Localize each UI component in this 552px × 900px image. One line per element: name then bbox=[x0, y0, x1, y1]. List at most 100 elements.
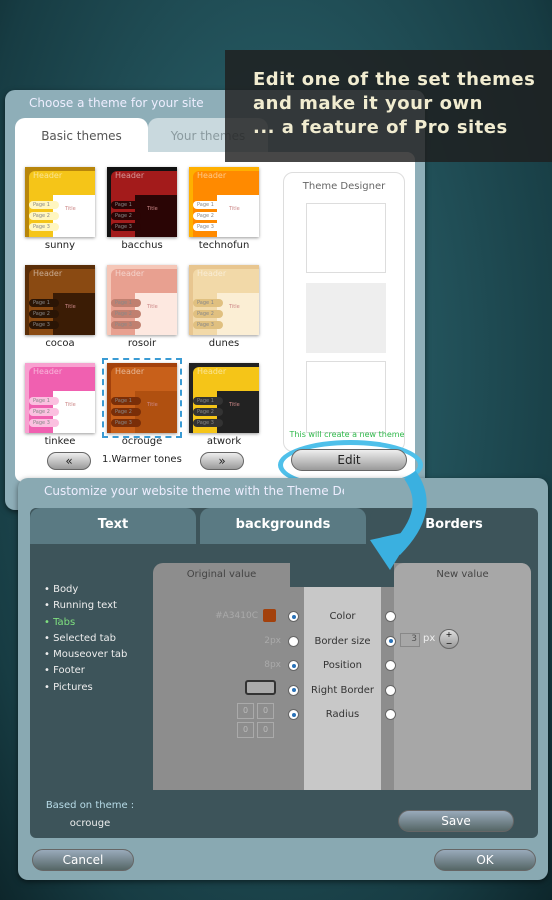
original-radio[interactable] bbox=[288, 660, 299, 671]
increment-decrement-icon[interactable]: + − bbox=[439, 629, 459, 649]
ok-button[interactable]: OK bbox=[434, 849, 536, 871]
thumb-page: Page 2 bbox=[29, 212, 59, 220]
property-label: Radius bbox=[325, 709, 360, 720]
new-radio[interactable] bbox=[385, 635, 396, 647]
element-item[interactable]: Pictures bbox=[44, 682, 127, 698]
theme-thumbnail-technofun[interactable]: Header Title Page 1 Page 2 Page 3 bbox=[189, 167, 259, 237]
thumb-title: Title bbox=[65, 304, 76, 310]
thumb-page: Page 1 bbox=[193, 397, 223, 405]
original-radio[interactable] bbox=[288, 684, 299, 696]
designer-hint: This will create a new theme bbox=[289, 430, 405, 439]
tab-text[interactable]: Text bbox=[30, 508, 196, 544]
new-radio[interactable] bbox=[385, 709, 396, 720]
next-page-button[interactable]: » bbox=[200, 452, 244, 470]
thumb-header: Header bbox=[115, 269, 145, 278]
theme-thumbnail-cocoa[interactable]: Header Title Page 1 Page 2 Page 3 bbox=[25, 265, 95, 335]
caption-line: Edit one of the set themes bbox=[253, 69, 536, 90]
thumb-content: Title bbox=[135, 391, 177, 433]
unit-label: px bbox=[423, 633, 436, 644]
radius-input[interactable]: 0 bbox=[257, 703, 274, 719]
category-label: 1.Warmer tones bbox=[102, 454, 182, 465]
element-item[interactable]: Footer bbox=[44, 665, 127, 681]
radius-input[interactable]: 0 bbox=[237, 703, 254, 719]
theme-name[interactable]: technofun bbox=[184, 240, 264, 251]
thumb-header: Header bbox=[115, 171, 145, 180]
thumb-page: Page 3 bbox=[193, 223, 223, 231]
thumb-page: Page 3 bbox=[193, 419, 223, 427]
theme-thumbnail-atwork[interactable]: Header Title Page 1 Page 2 Page 3 bbox=[189, 363, 259, 433]
original-radio[interactable] bbox=[288, 611, 299, 622]
thumb-page: Page 3 bbox=[29, 419, 59, 427]
theme-name[interactable]: bacchus bbox=[102, 240, 182, 251]
thumb-page: Page 3 bbox=[111, 419, 141, 427]
layout-preview-2[interactable] bbox=[306, 283, 386, 353]
right-border-preview bbox=[245, 680, 276, 695]
thumb-title: Title bbox=[65, 206, 76, 212]
thumb-page: Page 2 bbox=[193, 310, 223, 318]
element-item[interactable]: Tabs bbox=[44, 617, 127, 633]
theme-name[interactable]: tinkee bbox=[20, 436, 100, 447]
cancel-button[interactable]: Cancel bbox=[32, 849, 134, 871]
caption-line: ... a feature of Pro sites bbox=[253, 117, 508, 138]
edit-button[interactable]: Edit bbox=[291, 449, 407, 471]
thumb-page: Page 1 bbox=[29, 299, 59, 307]
radius-input[interactable]: 0 bbox=[257, 722, 274, 738]
original-radio[interactable] bbox=[288, 635, 299, 647]
thumb-content: Title bbox=[135, 293, 177, 335]
thumb-page: Page 2 bbox=[193, 212, 223, 220]
thumb-header: Header bbox=[33, 367, 63, 376]
thumb-content: Title bbox=[135, 195, 177, 237]
property-label: Position bbox=[323, 660, 362, 671]
save-button[interactable]: Save bbox=[398, 810, 514, 832]
based-on-value: ocrouge bbox=[69, 818, 111, 829]
theme-thumbnail-sunny[interactable]: Header Title Page 1 Page 2 Page 3 bbox=[25, 167, 95, 237]
theme-name[interactable]: sunny bbox=[20, 240, 100, 251]
thumb-page: Page 3 bbox=[111, 321, 141, 329]
element-item[interactable]: Running text bbox=[44, 600, 127, 616]
element-item[interactable]: Body bbox=[44, 584, 127, 600]
thumb-page: Page 2 bbox=[193, 408, 223, 416]
new-radio[interactable] bbox=[385, 611, 396, 622]
layout-preview-1[interactable] bbox=[306, 203, 386, 273]
thumb-header: Header bbox=[115, 367, 145, 376]
customizer-body: Text backgrounds Borders BodyRunning tex… bbox=[30, 508, 538, 838]
new-radio[interactable] bbox=[385, 660, 396, 671]
theme-name[interactable]: ocrouge bbox=[102, 436, 182, 447]
element-item[interactable]: Mouseover tab bbox=[44, 649, 127, 665]
theme-thumbnail-tinkee[interactable]: Header Title Page 1 Page 2 Page 3 bbox=[25, 363, 95, 433]
thumb-header: Header bbox=[197, 367, 227, 376]
promo-caption: Edit one of the set themes and make it y… bbox=[225, 50, 552, 162]
thumb-title: Title bbox=[229, 206, 240, 212]
color-swatch bbox=[263, 609, 276, 622]
theme-thumbnail-rosoir[interactable]: Header Title Page 1 Page 2 Page 3 bbox=[107, 265, 177, 335]
thumb-page: Page 2 bbox=[29, 408, 59, 416]
thumb-content: Title bbox=[53, 195, 95, 237]
based-on-label: Based on theme : bbox=[45, 800, 135, 811]
theme-thumbnail-dunes[interactable]: Header Title Page 1 Page 2 Page 3 bbox=[189, 265, 259, 335]
arrow-icon bbox=[370, 470, 427, 570]
tab-basic-themes[interactable]: Basic themes bbox=[15, 118, 148, 154]
thumb-title: Title bbox=[147, 304, 158, 310]
original-radio[interactable] bbox=[288, 709, 299, 720]
property-label: Color bbox=[329, 611, 356, 622]
theme-name[interactable]: atwork bbox=[184, 436, 264, 447]
thumb-page: Page 3 bbox=[111, 223, 141, 231]
thumb-page: Page 2 bbox=[111, 212, 141, 220]
element-item[interactable]: Selected tab bbox=[44, 633, 127, 649]
new-radio[interactable] bbox=[385, 684, 396, 696]
layout-preview-3[interactable] bbox=[306, 361, 386, 433]
prev-page-button[interactable]: « bbox=[47, 452, 91, 470]
radius-input[interactable]: 0 bbox=[237, 722, 254, 738]
thumb-page: Page 2 bbox=[111, 310, 141, 318]
thumb-title: Title bbox=[65, 402, 76, 408]
theme-name[interactable]: cocoa bbox=[20, 338, 100, 349]
border-size-input[interactable]: 3 bbox=[400, 633, 420, 647]
theme-name[interactable]: rosoir bbox=[102, 338, 182, 349]
thumb-page: Page 1 bbox=[111, 201, 141, 209]
thumb-page: Page 1 bbox=[193, 299, 223, 307]
thumb-header: Header bbox=[33, 269, 63, 278]
theme-name[interactable]: dunes bbox=[184, 338, 264, 349]
theme-thumbnail-ocrouge[interactable]: Header Title Page 1 Page 2 Page 3 bbox=[102, 358, 182, 438]
theme-thumbnail-bacchus[interactable]: Header Title Page 1 Page 2 Page 3 bbox=[107, 167, 177, 237]
thumb-page: Page 1 bbox=[29, 397, 59, 405]
